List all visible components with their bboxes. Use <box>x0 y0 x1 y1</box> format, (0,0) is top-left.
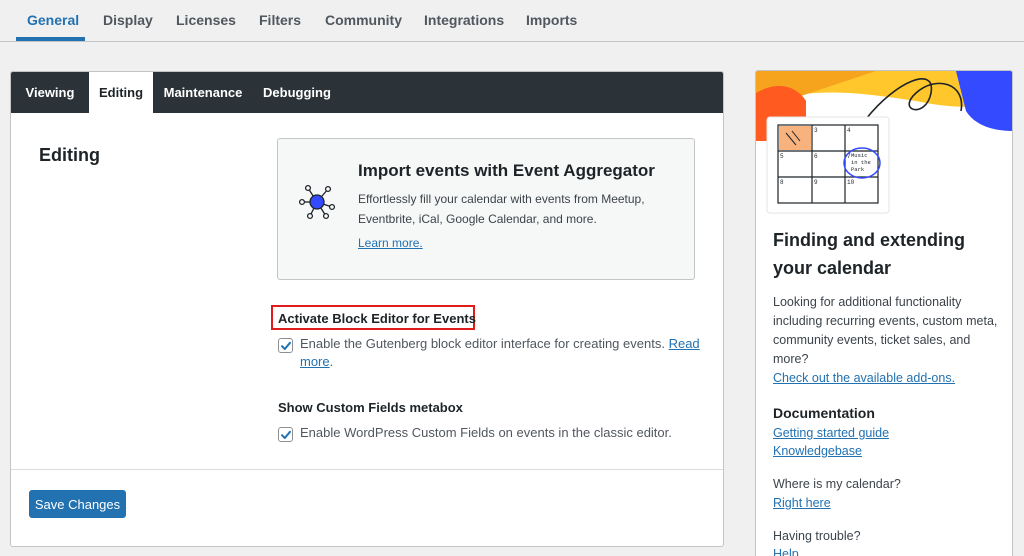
cal-date-4: 4 <box>847 127 851 134</box>
checkmark-icon <box>281 341 291 350</box>
cal-date-9: 9 <box>814 179 818 186</box>
cal-event-line-3: Park <box>851 166 865 173</box>
top-tab-bar: General Display Licenses Filters Communi… <box>0 0 1024 42</box>
having-trouble-text: Having trouble? <box>773 529 861 543</box>
read-more-link-continued[interactable]: more <box>300 354 330 369</box>
documentation-heading: Documentation <box>773 405 875 421</box>
section-title: Editing <box>39 145 100 165</box>
calendar-illustration: 3 4 5 6 7 8 9 10 Music in the Park <box>756 71 1012 221</box>
checkmark-icon <box>281 430 291 439</box>
getting-started-link[interactable]: Getting started guide <box>773 426 889 440</box>
subtab-viewing[interactable]: Viewing <box>11 72 89 113</box>
subtab-debugging[interactable]: Debugging <box>253 72 341 113</box>
cal-date-10: 10 <box>847 179 855 186</box>
promo-description: Effortlessly fill your calendar with eve… <box>358 192 645 226</box>
custom-fields-label: Show Custom Fields metabox <box>278 400 463 415</box>
knowledgebase-link[interactable]: Knowledgebase <box>773 444 862 458</box>
help-sidebar: 3 4 5 6 7 8 9 10 Music in the Park Findi… <box>755 70 1013 556</box>
tab-display[interactable]: Display <box>103 12 153 28</box>
subtab-maintenance[interactable]: Maintenance <box>153 72 253 113</box>
cal-date-6: 6 <box>814 153 818 160</box>
tab-filters[interactable]: Filters <box>259 12 301 28</box>
addons-link[interactable]: Check out the available add-ons. <box>773 371 955 385</box>
active-tab-indicator <box>16 37 85 41</box>
cal-date-5: 5 <box>780 153 784 160</box>
save-changes-button[interactable]: Save Changes <box>29 490 126 518</box>
sidebar-title: Finding and extending your calendar <box>773 230 965 278</box>
cal-event-line-2: in the <box>851 159 871 166</box>
tab-general[interactable]: General <box>27 12 79 28</box>
tab-community[interactable]: Community <box>325 12 402 28</box>
cal-date-3: 3 <box>814 127 818 134</box>
right-here-link[interactable]: Right here <box>773 496 831 510</box>
where-calendar-text: Where is my calendar? <box>773 477 901 491</box>
read-more-link[interactable]: Read <box>669 336 700 351</box>
sub-tab-bar: Viewing Editing Maintenance Debugging <box>11 72 723 113</box>
subtab-editing[interactable]: Editing <box>89 72 153 113</box>
block-editor-desc-text: Enable the Gutenberg block editor interf… <box>300 336 665 351</box>
cal-date-8: 8 <box>780 179 784 186</box>
help-link[interactable]: Help <box>773 547 799 556</box>
block-editor-checkbox[interactable] <box>278 338 293 353</box>
learn-more-link[interactable]: Learn more. <box>358 236 423 250</box>
footer-divider <box>11 469 723 470</box>
hub-nodes-icon <box>298 184 336 220</box>
tab-integrations[interactable]: Integrations <box>424 12 504 28</box>
custom-fields-checkbox[interactable] <box>278 427 293 442</box>
tab-imports[interactable]: Imports <box>526 12 577 28</box>
promo-title: Import events with Event Aggregator <box>358 161 655 180</box>
sidebar-intro: Looking for additional functionality inc… <box>773 295 998 366</box>
tab-licenses[interactable]: Licenses <box>176 12 236 28</box>
cal-event-line-1: Music <box>851 152 868 159</box>
block-editor-description: Enable the Gutenberg block editor interf… <box>300 335 700 371</box>
period-text: . <box>329 354 334 369</box>
block-editor-label: Activate Block Editor for Events <box>278 311 476 326</box>
event-aggregator-promo: Import events with Event Aggregator Effo… <box>277 138 695 280</box>
settings-panel: Viewing Editing Maintenance Debugging Ed… <box>10 71 724 547</box>
custom-fields-description: Enable WordPress Custom Fields on events… <box>300 425 672 440</box>
